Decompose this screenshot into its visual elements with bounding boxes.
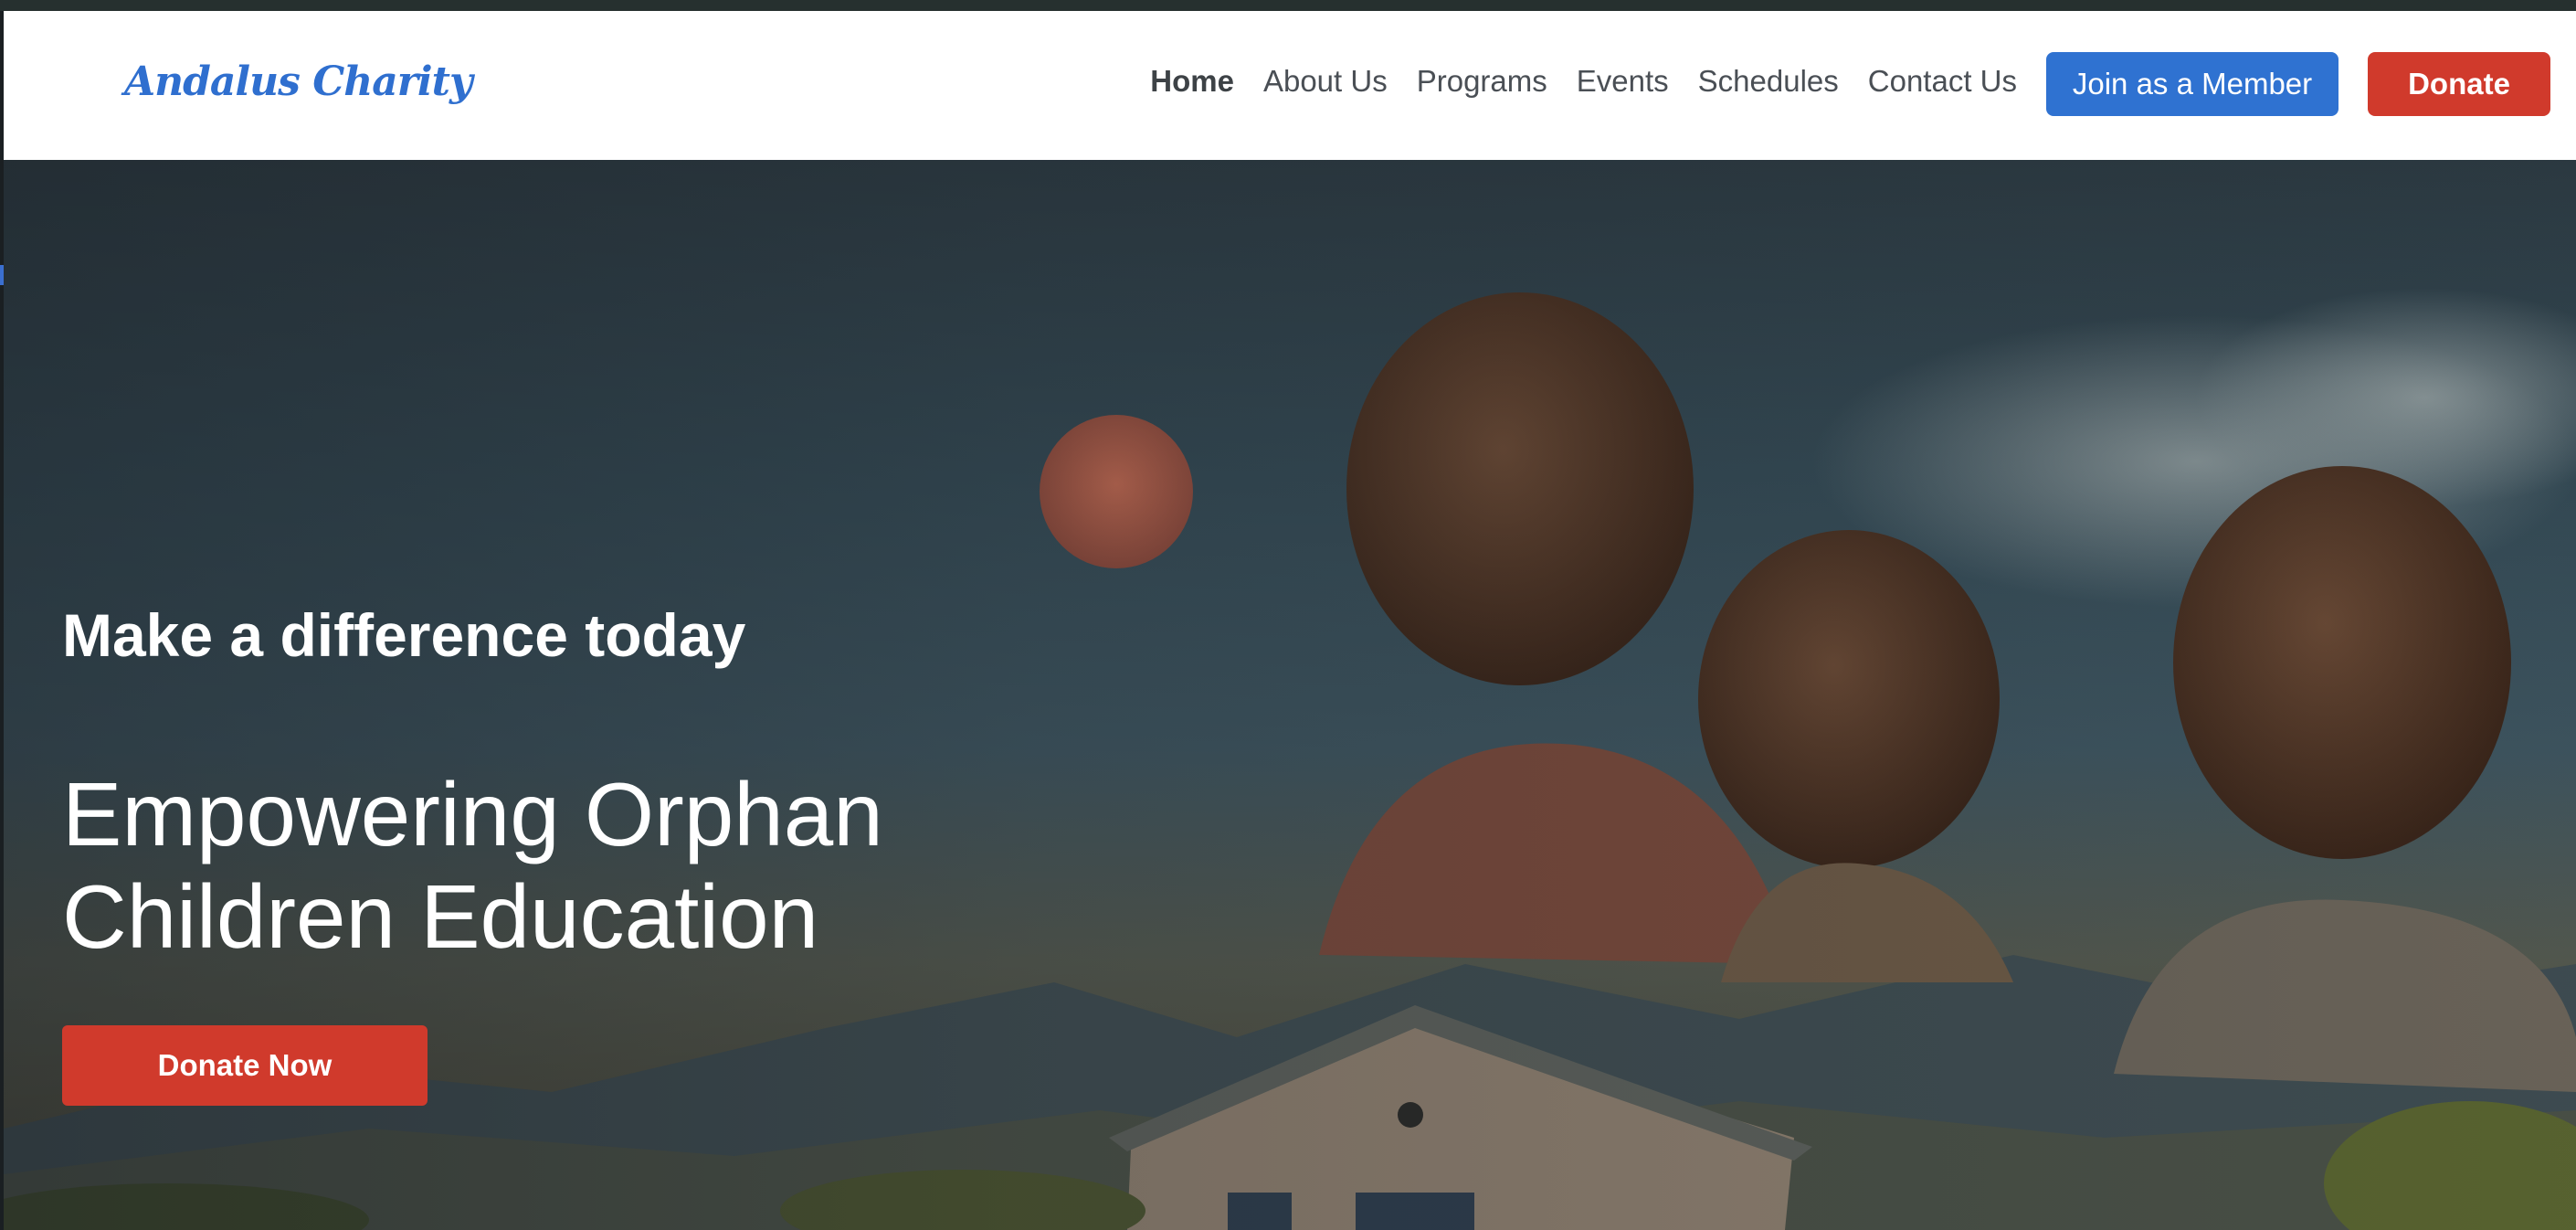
donate-button[interactable]: Donate: [2368, 52, 2550, 116]
nav-link-schedules[interactable]: Schedules: [1698, 64, 1839, 99]
hero-section: Make a difference today Empowering Orpha…: [4, 160, 2576, 1230]
hero-tagline: Make a difference today: [62, 601, 746, 669]
nav-link-home[interactable]: Home: [1150, 64, 1234, 99]
main-nav: Home About Us Programs Events Schedules …: [1150, 64, 2017, 99]
window-top-strip: [0, 0, 2576, 11]
hero-headline: Empowering Orphan Children Education: [62, 763, 1067, 968]
hero-headline-line2: Children Education: [62, 866, 819, 967]
hero-headline-line1: Empowering Orphan: [62, 764, 883, 864]
donate-now-button[interactable]: Donate Now: [62, 1025, 428, 1106]
join-member-button[interactable]: Join as a Member: [2046, 52, 2338, 116]
nav-link-about-us[interactable]: About Us: [1263, 64, 1388, 99]
nav-link-contact-us[interactable]: Contact Us: [1868, 64, 2017, 99]
nav-link-events[interactable]: Events: [1577, 64, 1669, 99]
nav-link-programs[interactable]: Programs: [1417, 64, 1547, 99]
site-logo[interactable]: Andalus Charity: [124, 58, 473, 105]
navbar: Andalus Charity Home About Us Programs E…: [4, 11, 2576, 160]
